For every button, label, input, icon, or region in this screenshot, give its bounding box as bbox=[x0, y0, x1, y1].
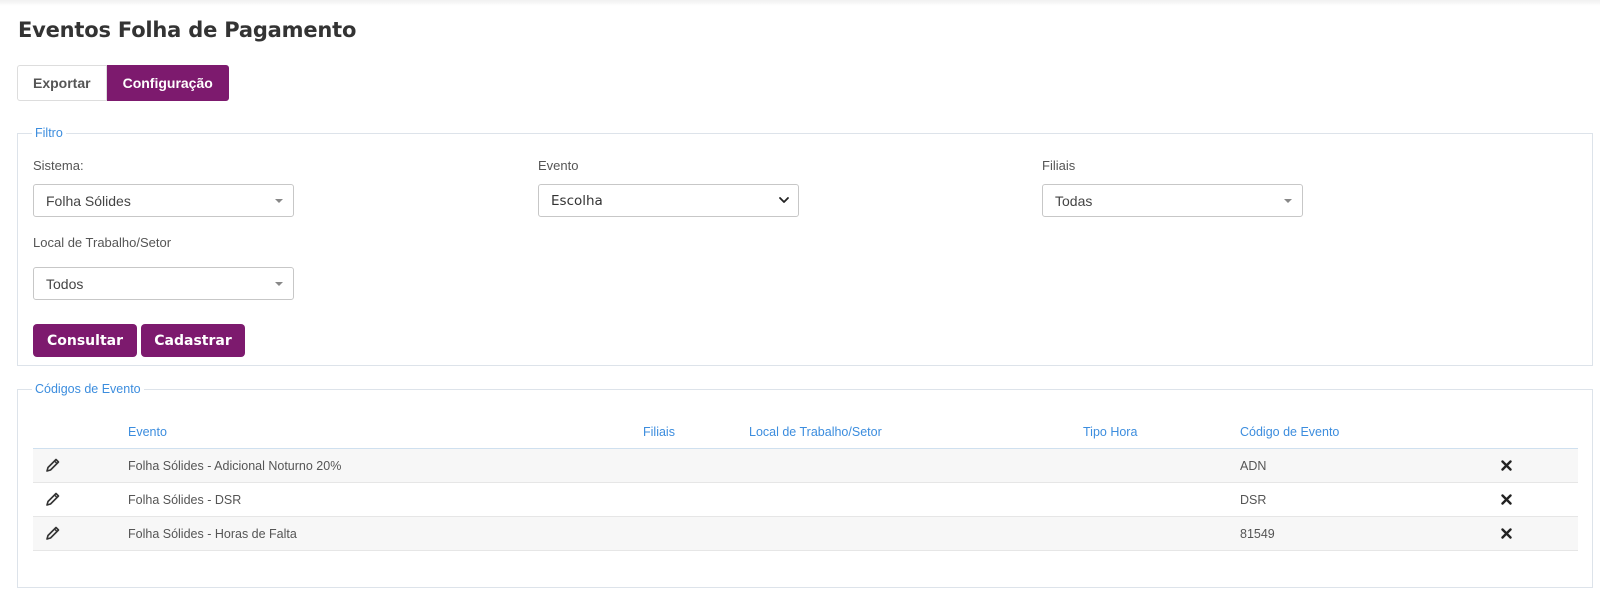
column-header-filiais: Filiais bbox=[643, 425, 675, 439]
filiais-value: Todas bbox=[1055, 192, 1093, 209]
chevron-down-icon bbox=[779, 197, 789, 203]
cadastrar-button[interactable]: Cadastrar bbox=[141, 324, 245, 357]
table-row: Folha Sólides - Horas de Falta 81549 bbox=[33, 517, 1578, 551]
close-icon[interactable] bbox=[1501, 528, 1512, 539]
close-icon[interactable] bbox=[1501, 460, 1512, 471]
sistema-value: Folha Sólides bbox=[46, 192, 131, 209]
local-select[interactable]: Todos bbox=[33, 267, 294, 300]
cell-codigo: DSR bbox=[1240, 493, 1267, 507]
pencil-icon[interactable] bbox=[45, 457, 61, 473]
caret-down-icon bbox=[1284, 199, 1292, 203]
table-row: Folha Sólides - DSR DSR bbox=[33, 483, 1578, 517]
evento-label: Evento bbox=[538, 158, 579, 173]
cell-codigo: ADN bbox=[1240, 459, 1267, 473]
evento-value: Escolha bbox=[551, 192, 603, 209]
event-codes-legend: Códigos de Evento bbox=[35, 382, 141, 396]
column-header-evento: Evento bbox=[128, 425, 167, 439]
tab-configuracao[interactable]: Configuração bbox=[106, 65, 229, 101]
local-label: Local de Trabalho/Setor bbox=[33, 235, 172, 250]
filter-panel: Filtro bbox=[17, 126, 1593, 366]
column-header-codigo: Código de Evento bbox=[1240, 425, 1340, 439]
cell-evento: Folha Sólides - DSR bbox=[128, 493, 242, 507]
filter-legend: Filtro bbox=[35, 126, 63, 140]
column-header-local: Local de Trabalho/Setor bbox=[749, 425, 882, 439]
filiais-select[interactable]: Todas bbox=[1042, 184, 1303, 217]
page-title: Eventos Folha de Pagamento bbox=[18, 18, 357, 42]
tab-exportar[interactable]: Exportar bbox=[17, 65, 107, 101]
column-header-tipo-hora: Tipo Hora bbox=[1083, 425, 1138, 439]
sistema-select[interactable]: Folha Sólides bbox=[33, 184, 294, 217]
top-shadow bbox=[0, 0, 1600, 6]
close-icon[interactable] bbox=[1501, 494, 1512, 505]
tab-bar: Exportar Configuração bbox=[17, 65, 229, 101]
local-value: Todos bbox=[46, 275, 84, 292]
cell-evento: Folha Sólides - Adicional Noturno 20% bbox=[128, 459, 342, 473]
table-row: Folha Sólides - Adicional Noturno 20% AD… bbox=[33, 449, 1578, 483]
caret-down-icon bbox=[275, 282, 283, 286]
caret-down-icon bbox=[275, 199, 283, 203]
sistema-label: Sistema: bbox=[33, 158, 84, 173]
pencil-icon[interactable] bbox=[45, 491, 61, 507]
cell-codigo: 81549 bbox=[1240, 527, 1275, 541]
evento-select[interactable]: Escolha bbox=[538, 184, 799, 217]
consultar-button[interactable]: Consultar bbox=[33, 324, 137, 357]
cell-evento: Folha Sólides - Horas de Falta bbox=[128, 527, 297, 541]
filiais-label: Filiais bbox=[1042, 158, 1076, 173]
pencil-icon[interactable] bbox=[45, 525, 61, 541]
